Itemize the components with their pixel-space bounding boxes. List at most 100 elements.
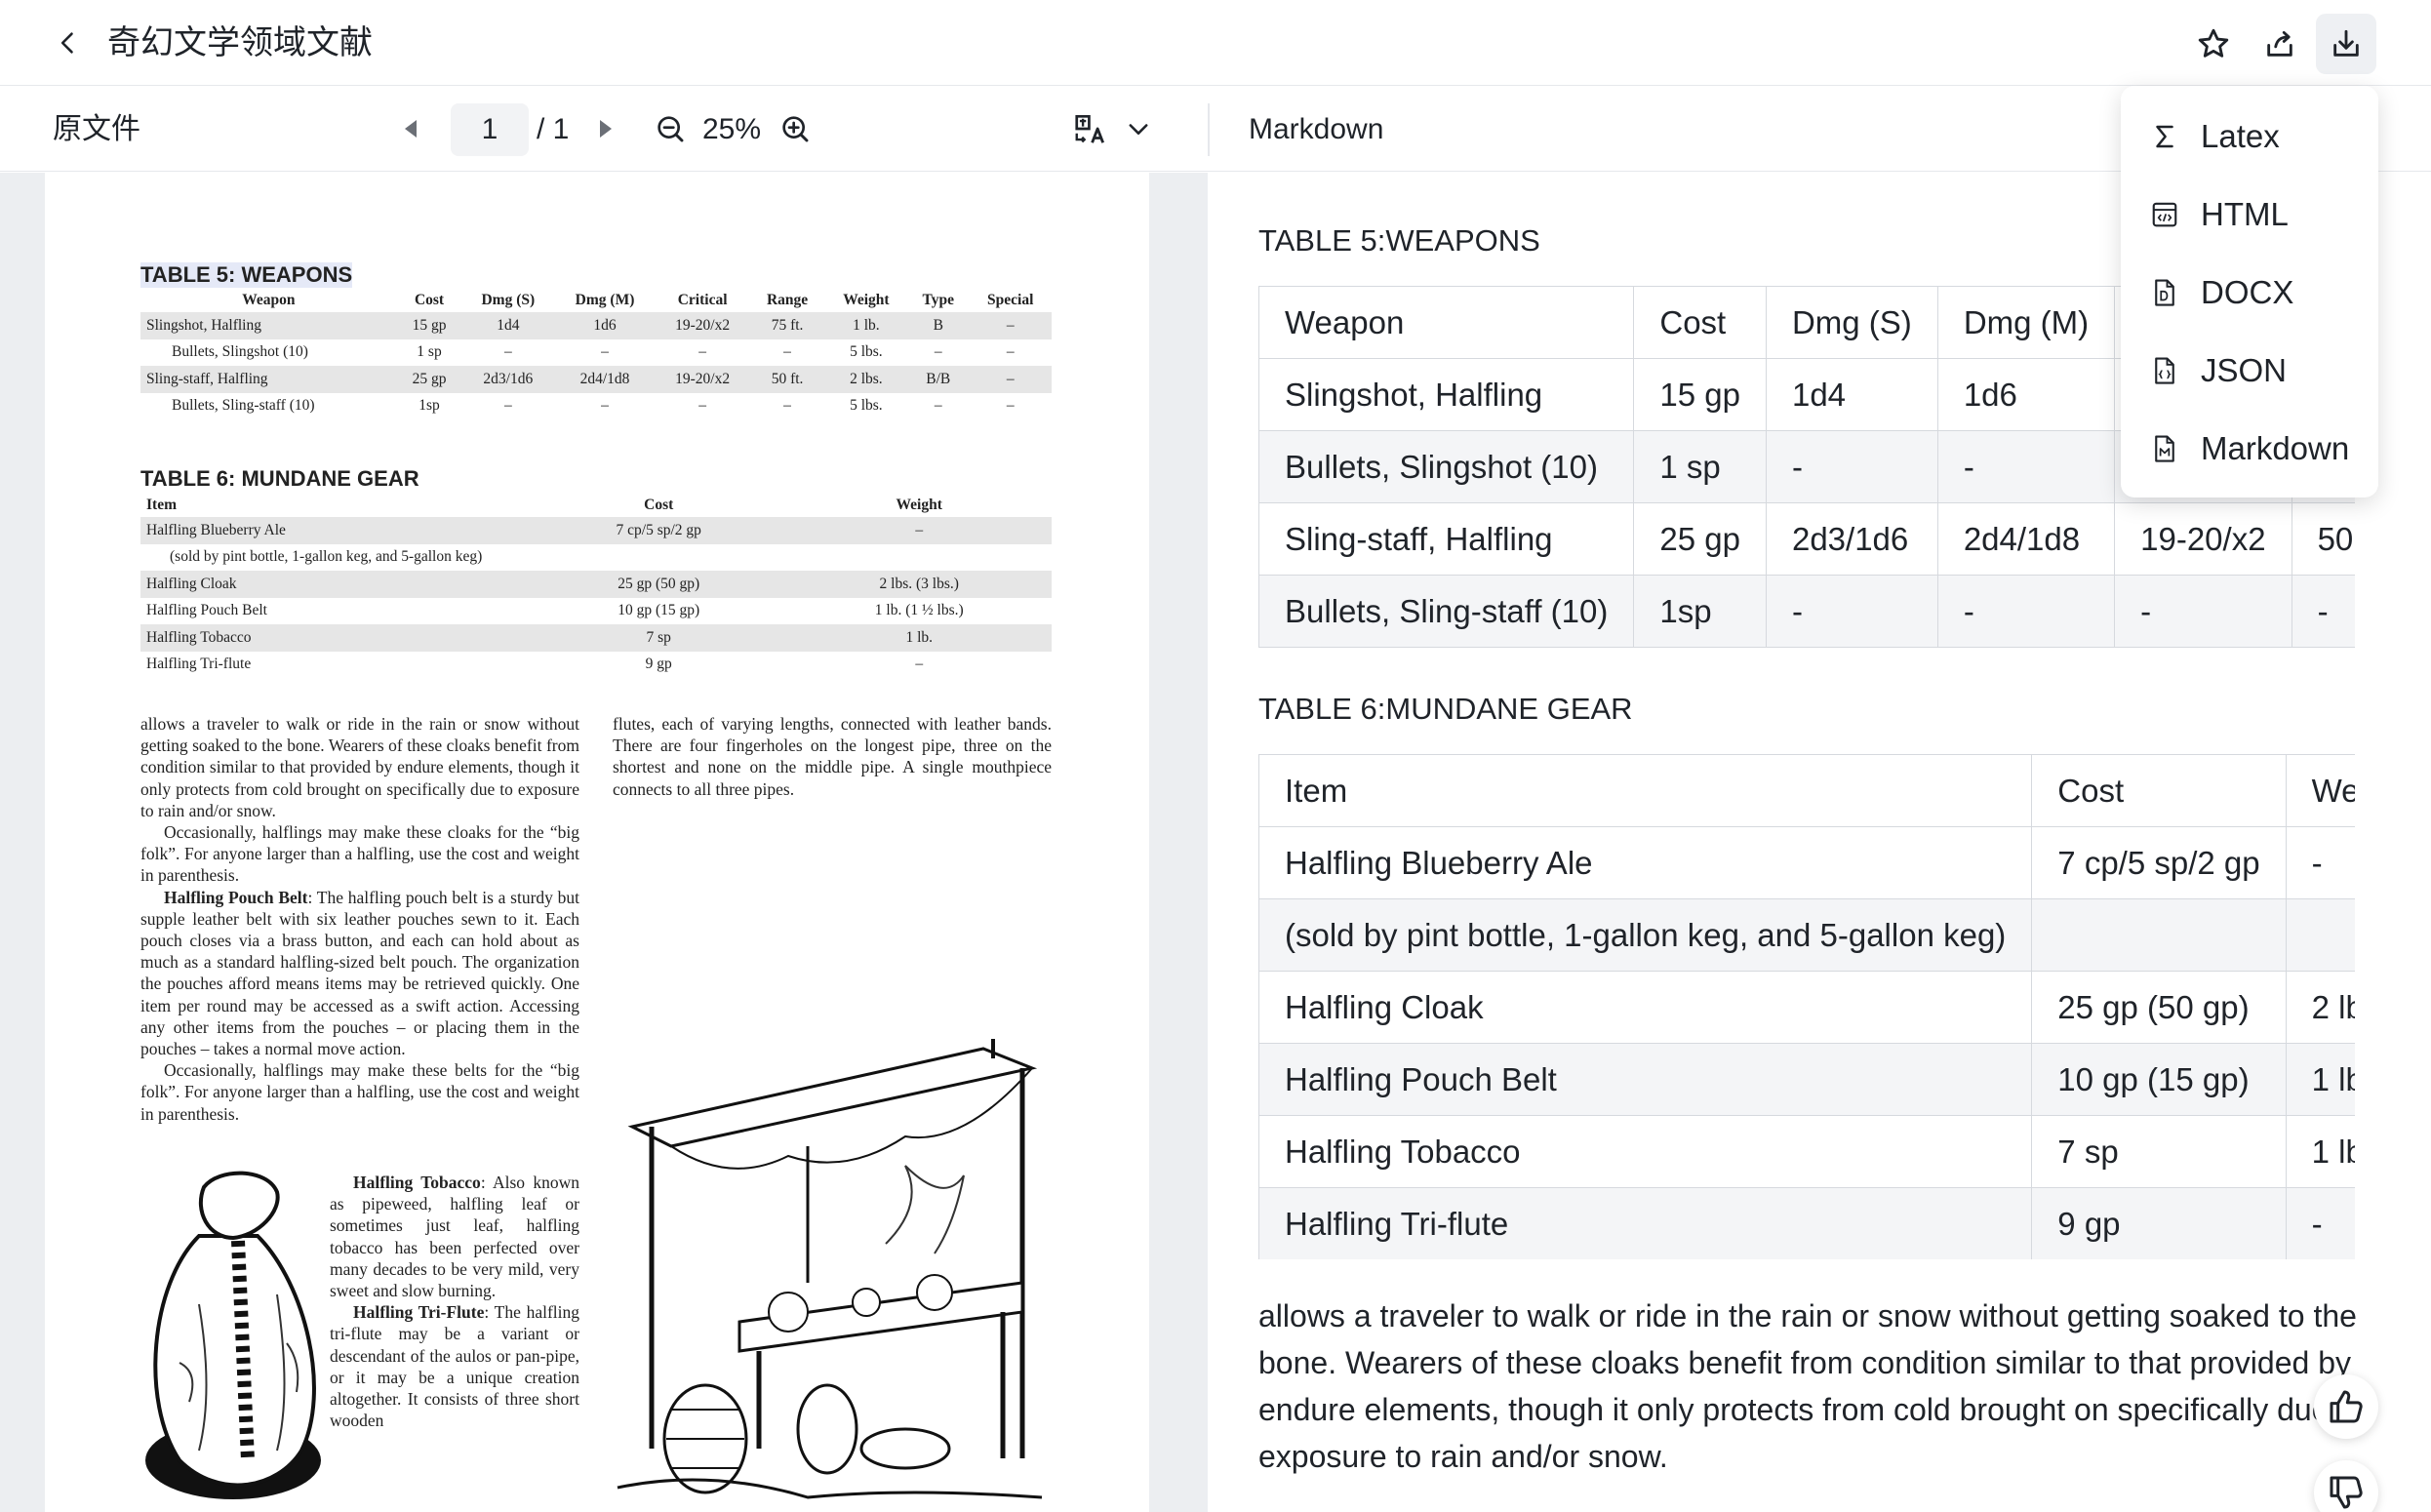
md-table5-cell: - [2291, 575, 2355, 648]
pdf-table6-cell: – [786, 517, 1052, 544]
zoom-in-button[interactable] [775, 108, 816, 149]
export-latex-item[interactable]: Latex [2121, 98, 2378, 176]
pdf-table5-header-cell: Cost [414, 291, 445, 308]
md-table6-cell: 7 sp [2031, 1115, 2287, 1188]
pdf-table6-cell: 10 gp (15 gp) [618, 602, 700, 619]
export-menu: Latex HTML DOCX JSON Markdown [2121, 86, 2378, 497]
pdf-table6-cell: (sold by pint bottle, 1-gallon keg, and … [170, 548, 483, 566]
pdf-table6-cell: – [915, 656, 924, 673]
translate-button[interactable] [1069, 108, 1112, 149]
md-table5-header-cell: Cost [1633, 286, 1767, 359]
md-table5-header-cell: Dmg (M) [1936, 286, 2116, 359]
pdf-table6-row: Halfling Tri-flute 9 gp – [140, 652, 1052, 679]
pdf-table5-cell: – [969, 366, 1052, 393]
export-json-item[interactable]: JSON [2121, 332, 2378, 410]
md-table6-cell: 1 lb. [2285, 1115, 2355, 1188]
pdf-table5-cell: 2d3/1d6 [461, 366, 555, 393]
md-table6-scroll[interactable]: ItemCostWeight Halfling Blueberry Ale7 c… [1258, 754, 2355, 1259]
pdf-table6-title: TABLE 6: MUNDANE GEAR [140, 466, 419, 491]
share-button[interactable] [2250, 14, 2310, 74]
pdf-table5-cell: – [503, 397, 512, 415]
md-table6-row: Halfling Tri-flute 9 gp - [1258, 1187, 2355, 1259]
pdf-table5-cell: 1 lb. [824, 312, 908, 339]
pdf-table6-row: (sold by pint bottle, 1-gallon keg, and … [140, 544, 1052, 572]
pdf-table5-header-cell: Dmg (M) [575, 291, 635, 308]
pdf-table6-cell: 25 gp (50 gp) [531, 571, 787, 598]
pouch-illustration [145, 1171, 321, 1499]
page-total: / 1 [537, 113, 570, 145]
pdf-table5-cell: – [1006, 397, 1015, 415]
markdown-pane-label: Markdown [1249, 113, 1384, 145]
pdf-table6-row: Halfling Tobacco 7 sp 1 lb. [140, 624, 1052, 652]
pdf-term: Halfling Tobacco [353, 1173, 481, 1192]
pdf-table5-cell: 19-20/x2 [655, 366, 750, 393]
md-table5-cell: 2d4/1d8 [1936, 502, 2116, 576]
pdf-text: : The halfling pouch belt is a sturdy bu… [140, 887, 579, 1059]
pdf-table6-cell: 9 gp [645, 656, 672, 673]
pdf-table5-header-cell: Type [922, 291, 954, 308]
pdf-table5-cell: – [783, 397, 791, 415]
pdf-table6-header-cell: Item [146, 496, 177, 513]
md-table6-cell [2031, 898, 2287, 972]
md-table5-cell: 50 ft. [2291, 502, 2355, 576]
docx-file-icon [2148, 276, 2181, 309]
chevron-down-icon [1129, 124, 1148, 135]
triangle-left-icon [405, 120, 417, 138]
pdf-table5-cell: 2 lbs. [824, 366, 908, 393]
pdf-table6-cell: Halfling Tri-flute [146, 656, 252, 673]
back-button[interactable] [49, 23, 88, 62]
markdown-file-icon [2148, 432, 2181, 465]
export-html-item[interactable]: HTML [2121, 176, 2378, 254]
page-number-input[interactable] [451, 103, 529, 156]
md-table5-cell: 1 sp [1633, 430, 1767, 503]
pdf-table6-header-cell: Cost [644, 496, 674, 513]
md-table6-cell: Halfling Tri-flute [1258, 1187, 2033, 1259]
pdf-table6-row: Halfling Blueberry Ale 7 cp/5 sp/2 gp – [140, 517, 1052, 544]
top-header: 奇幻文学领域文献 [0, 0, 2431, 86]
download-button[interactable] [2316, 14, 2376, 74]
md-table5-cell: - [1936, 430, 2116, 503]
pdf-table5-cell: 5 lbs. [850, 397, 883, 415]
next-page-button[interactable] [585, 108, 626, 149]
pdf-table6-cell [786, 544, 1052, 572]
pdf-table5-header-cell: Range [766, 291, 809, 308]
export-markdown-item[interactable]: Markdown [2121, 410, 2378, 488]
md-table5-title: TABLE 5:WEAPONS [1258, 223, 1540, 258]
pdf-term: Halfling Pouch Belt [164, 887, 308, 907]
md-table6-cell: - [2285, 1187, 2355, 1259]
pdf-table6-row: Halfling Pouch Belt 10 gp (15 gp) 1 lb. (1… [140, 598, 1052, 625]
pdf-table6-header: Item Cost Weight [140, 493, 1052, 517]
md-table5-cell: 1d6 [1936, 358, 2116, 431]
zoom-out-button[interactable] [650, 108, 691, 149]
pdf-table5-cell: 1 sp [417, 343, 442, 361]
md-table5-cell: Bullets, Sling-staff (10) [1258, 575, 1635, 648]
prev-page-button[interactable] [390, 108, 431, 149]
pdf-table5-cell: – [601, 397, 609, 415]
pdf-table5-cell: – [601, 343, 609, 361]
zoom-out-icon [658, 116, 684, 142]
pdf-preview-pane[interactable]: TABLE 5: WEAPONS Weapon Cost Dmg (S) Dmg (M… [0, 173, 1208, 1512]
pdf-table5-header-cell: Weight [843, 291, 890, 308]
md-table6-row: (sold by pint bottle, 1-gallon keg, and … [1258, 898, 2355, 972]
md-table6-cell: 9 gp [2031, 1187, 2287, 1259]
pdf-table6-cell: 1 lb. (1 ½ lbs.) [874, 602, 964, 619]
md-table6-row: Halfling Pouch Belt10 gp (15 gp)1 lb. (1… [1258, 1043, 2355, 1116]
pdf-column-1-wrap: Halfling Tobacco: Also known as pipeweed… [330, 1172, 579, 1431]
md-table6-cell: Halfling Cloak [1258, 971, 2033, 1044]
translate-dropdown-button[interactable] [1118, 108, 1159, 149]
md-table5-cell: 1sp [1633, 575, 1767, 648]
md-table6-header-cell: Cost [2031, 754, 2287, 827]
md-table5-cell: 2d3/1d6 [1765, 502, 1938, 576]
zoom-in-icon [782, 116, 809, 142]
md-table6-header-cell: Item [1258, 754, 2033, 827]
pdf-table5-cell: – [934, 343, 942, 361]
pdf-table5-cell: 25 gp [396, 366, 462, 393]
favorite-button[interactable] [2183, 14, 2244, 74]
pdf-table5-cell: 1sp [418, 397, 440, 415]
md-table5-cell: - [1765, 575, 1938, 648]
export-docx-item[interactable]: DOCX [2121, 254, 2378, 332]
like-button[interactable] [2314, 1374, 2378, 1439]
md-table5-cell: - [2114, 575, 2292, 648]
pdf-table5: Weapon Cost Dmg (S) Dmg (M) Critical Range Wei… [140, 288, 1052, 419]
md-paragraph: allows a traveler to walk or ride in the… [1258, 1298, 2365, 1474]
